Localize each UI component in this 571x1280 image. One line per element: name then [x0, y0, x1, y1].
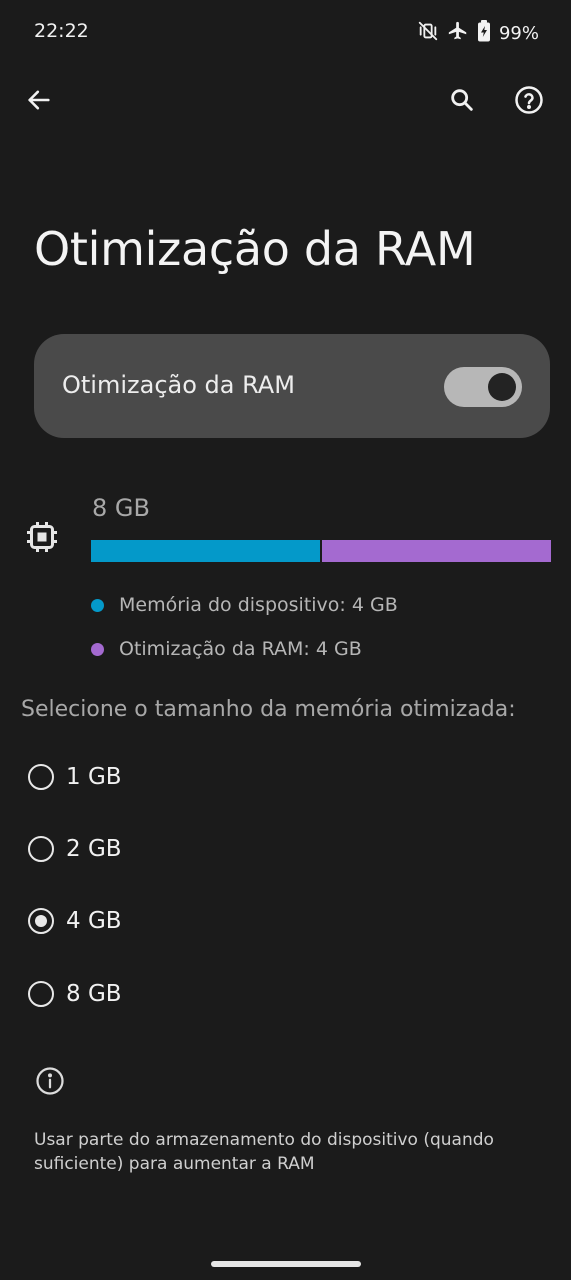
battery-percent: 99% — [498, 22, 539, 44]
legend-label: Memória do dispositivo: 4 GB — [119, 594, 398, 616]
page-title: Otimização da RAM — [34, 222, 476, 276]
switch-thumb — [488, 373, 516, 401]
help-button[interactable] — [505, 78, 553, 126]
ram-optimization-switch[interactable] — [444, 367, 522, 407]
search-button[interactable] — [438, 78, 486, 126]
radio-label: 4 GB — [66, 908, 122, 934]
radio-option-1gb[interactable]: 1 GB — [28, 755, 288, 799]
radio-selected-dot — [35, 915, 47, 927]
radio-label: 1 GB — [66, 764, 122, 790]
radio-option-4gb[interactable]: 4 GB — [28, 899, 288, 943]
search-icon — [448, 86, 476, 118]
back-arrow-icon — [25, 86, 53, 118]
ram-total: 8 GB — [92, 494, 150, 522]
mute-vibrate-icon — [417, 20, 439, 46]
ram-optimization-toggle-card[interactable]: Otimização da RAM — [34, 334, 550, 438]
status-icons: 99% — [417, 20, 539, 46]
status-time: 22:22 — [34, 20, 89, 42]
radio-label: 2 GB — [66, 836, 122, 862]
radio-button[interactable] — [28, 836, 54, 862]
radio-button[interactable] — [28, 908, 54, 934]
radio-button[interactable] — [28, 981, 54, 1007]
airplane-icon — [447, 20, 469, 46]
gesture-nav-handle[interactable] — [211, 1261, 361, 1267]
radio-button[interactable] — [28, 764, 54, 790]
legend-dot-device — [91, 598, 104, 612]
memory-chip-icon — [24, 519, 60, 559]
radio-label: 8 GB — [66, 981, 122, 1007]
info-text: Usar parte do armazenamento do dispositi… — [34, 1130, 494, 1174]
device-memory-bar — [91, 540, 320, 562]
radio-option-8gb[interactable]: 8 GB — [28, 972, 288, 1016]
radio-option-2gb[interactable]: 2 GB — [28, 827, 288, 871]
legend-device: Memória do dispositivo: 4 GB — [91, 594, 398, 616]
legend-dot-optimization — [91, 642, 104, 656]
info-icon — [35, 1066, 65, 1100]
legend-optimization: Otimização da RAM: 4 GB — [91, 638, 362, 660]
toggle-label: Otimização da RAM — [62, 371, 295, 399]
legend-label: Otimização da RAM: 4 GB — [119, 638, 362, 660]
battery-charging-icon — [477, 20, 491, 46]
ram-optimization-bar — [322, 540, 551, 562]
help-icon — [514, 85, 544, 119]
back-button[interactable] — [15, 78, 63, 126]
selection-heading: Selecione o tamanho da memória otimizada… — [21, 697, 516, 722]
